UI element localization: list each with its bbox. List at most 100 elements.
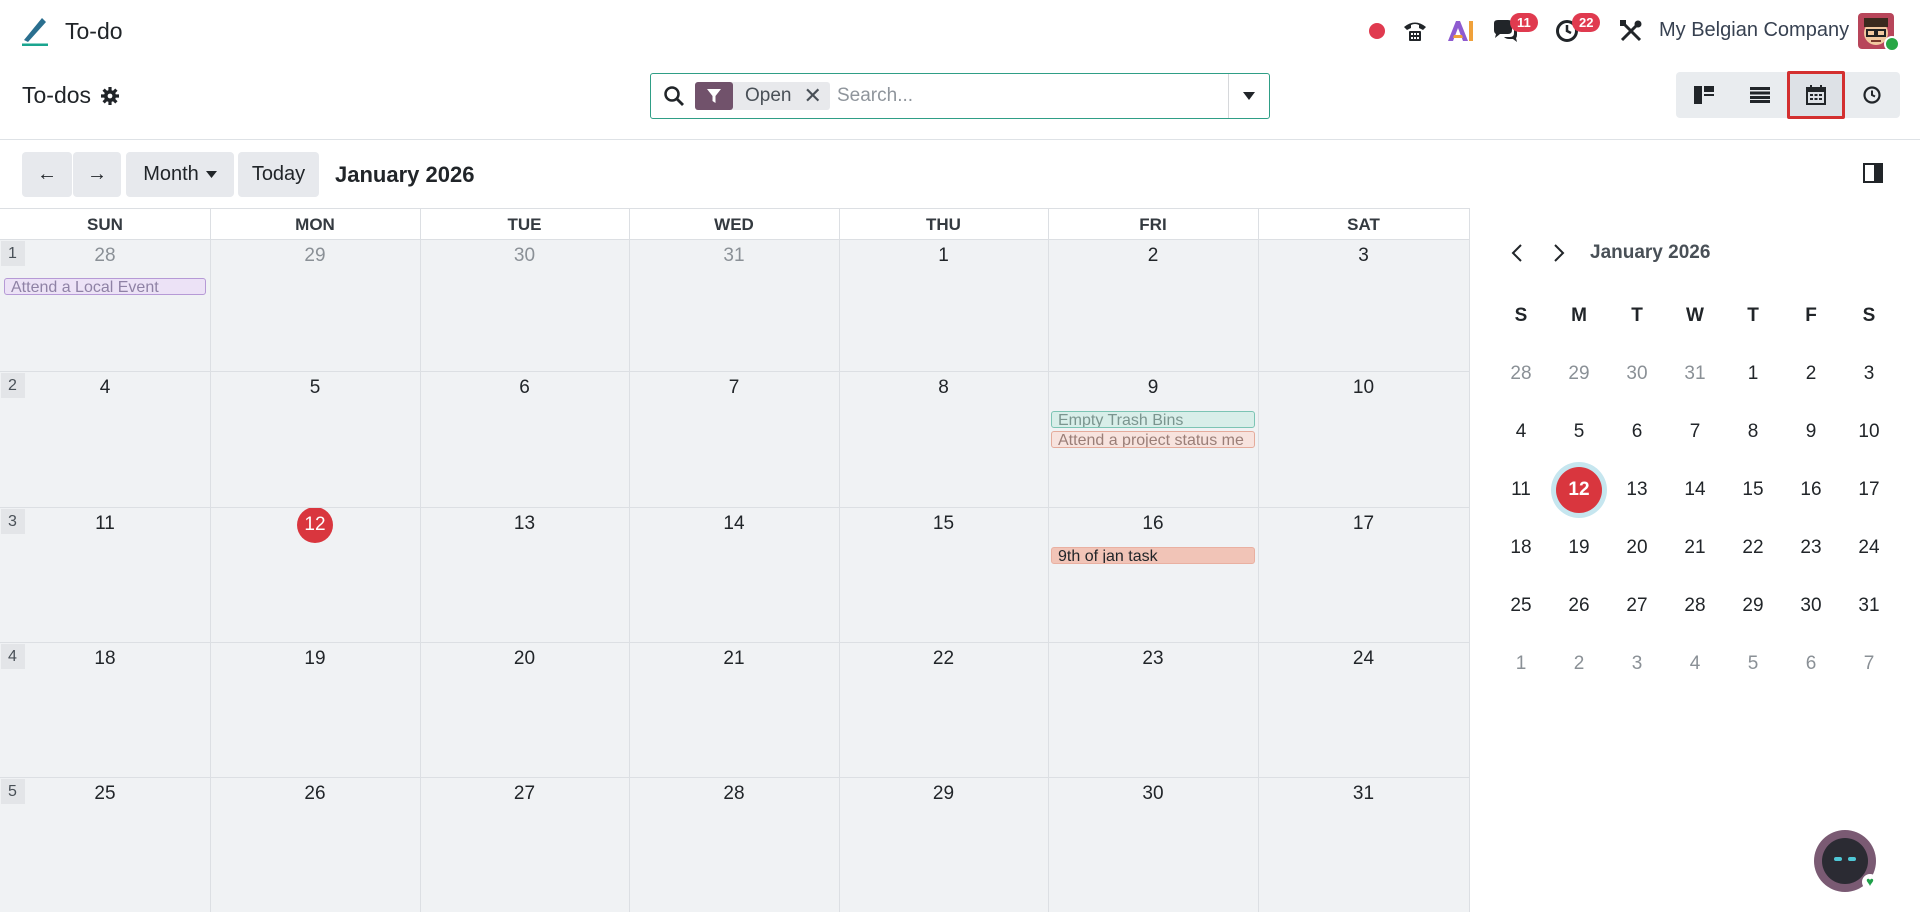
mini-day[interactable]: 17 (1840, 470, 1898, 510)
day-cell[interactable]: 2 (1048, 239, 1258, 371)
mini-day[interactable]: 2 (1550, 644, 1608, 684)
clock-icon[interactable]: 22 (1552, 13, 1601, 46)
tools-icon[interactable] (1617, 16, 1645, 46)
next-button[interactable]: → (73, 152, 121, 197)
day-number[interactable]: 30 (420, 245, 629, 267)
day-cell[interactable]: 10 (1258, 371, 1469, 507)
mini-day[interactable]: 11 (1492, 470, 1550, 510)
mini-day[interactable]: 14 (1666, 470, 1724, 510)
day-number[interactable]: 28 (629, 783, 839, 805)
day-number[interactable]: 26 (210, 783, 420, 805)
mini-day[interactable]: 2 (1782, 354, 1840, 394)
day-cell[interactable]: 24 (1258, 642, 1469, 777)
day-number[interactable]: 3 (1258, 245, 1469, 267)
day-number[interactable]: 31 (629, 245, 839, 267)
side-panel-toggle-icon[interactable] (1863, 163, 1883, 183)
mini-day[interactable]: 1 (1492, 644, 1550, 684)
event-9th-of-jan-task[interactable]: 9th of jan task (1051, 547, 1255, 564)
mini-day[interactable]: 25 (1492, 586, 1550, 626)
calendar-view-button[interactable] (1787, 71, 1845, 119)
mini-next-icon[interactable] (1548, 243, 1568, 263)
day-cell[interactable]: 7 (629, 371, 839, 507)
day-cell[interactable]: 23 (1048, 642, 1258, 777)
day-number[interactable]: 11 (0, 513, 210, 535)
app-name[interactable]: To-do (65, 18, 123, 45)
record-dot-icon[interactable] (1366, 16, 1388, 46)
day-cell[interactable]: 12 (210, 507, 420, 642)
mini-day[interactable]: 22 (1724, 528, 1782, 568)
day-number[interactable]: 15 (839, 513, 1048, 535)
search-icon[interactable] (663, 85, 685, 107)
day-number[interactable]: 12 (210, 507, 420, 543)
mini-day[interactable]: 19 (1550, 528, 1608, 568)
day-cell[interactable]: 27 (420, 777, 629, 912)
day-cell[interactable]: 25 (0, 777, 210, 912)
day-cell[interactable]: 4 (0, 371, 210, 507)
mini-day[interactable]: 28 (1492, 354, 1550, 394)
mini-day[interactable]: 5 (1550, 412, 1608, 452)
mini-day[interactable]: 6 (1608, 412, 1666, 452)
day-cell[interactable]: 20 (420, 642, 629, 777)
scale-dropdown[interactable]: Month (126, 152, 234, 197)
day-number[interactable]: 29 (839, 783, 1048, 805)
mini-day[interactable]: 30 (1608, 354, 1666, 394)
day-number[interactable]: 20 (420, 648, 629, 670)
page-title[interactable]: To-dos (22, 82, 91, 109)
day-number[interactable]: 28 (0, 245, 210, 267)
mini-day[interactable]: 31 (1666, 354, 1724, 394)
mini-day[interactable]: 16 (1782, 470, 1840, 510)
phone-icon[interactable] (1400, 16, 1430, 46)
mini-day[interactable]: 9 (1782, 412, 1840, 452)
search-options-toggle[interactable] (1228, 74, 1269, 118)
day-number[interactable]: 17 (1258, 513, 1469, 535)
list-view-button[interactable] (1732, 72, 1788, 118)
day-cell[interactable]: 22 (839, 642, 1048, 777)
remove-facet-icon[interactable]: ✕ (803, 85, 829, 107)
day-number[interactable]: 18 (0, 648, 210, 670)
mini-prev-icon[interactable] (1508, 243, 1528, 263)
day-number[interactable]: 6 (420, 377, 629, 399)
day-number[interactable]: 16 (1048, 513, 1258, 535)
today-button[interactable]: Today (238, 152, 319, 197)
mini-day[interactable]: 24 (1840, 528, 1898, 568)
mini-day[interactable]: 21 (1666, 528, 1724, 568)
day-number[interactable]: 23 (1048, 648, 1258, 670)
day-cell[interactable]: 13 (420, 507, 629, 642)
day-cell[interactable]: 28 (0, 239, 210, 371)
mini-day[interactable]: 7 (1840, 644, 1898, 684)
mini-day[interactable]: 5 (1724, 644, 1782, 684)
search-input[interactable] (835, 80, 1229, 112)
day-cell[interactable]: 3 (1258, 239, 1469, 371)
day-cell[interactable]: 18 (0, 642, 210, 777)
day-cell[interactable]: 6 (420, 371, 629, 507)
mini-day[interactable]: 7 (1666, 412, 1724, 452)
mini-day[interactable]: 18 (1492, 528, 1550, 568)
day-cell[interactable]: 31 (1258, 777, 1469, 912)
day-cell[interactable]: 8 (839, 371, 1048, 507)
day-number[interactable]: 22 (839, 648, 1048, 670)
gear-icon[interactable] (100, 86, 120, 106)
day-cell[interactable]: 16 (1048, 507, 1258, 642)
mini-day[interactable]: 10 (1840, 412, 1898, 452)
event-empty-trash-bins[interactable]: Empty Trash Bins (1051, 411, 1255, 428)
day-cell[interactable]: 30 (1048, 777, 1258, 912)
day-cell[interactable]: 1 (839, 239, 1048, 371)
mini-day[interactable]: 1 (1724, 354, 1782, 394)
mini-day[interactable]: 23 (1782, 528, 1840, 568)
mini-day[interactable]: 3 (1608, 644, 1666, 684)
day-cell[interactable]: 17 (1258, 507, 1469, 642)
mini-day[interactable]: 29 (1550, 354, 1608, 394)
day-cell[interactable]: 29 (839, 777, 1048, 912)
ai-icon[interactable] (1445, 16, 1475, 46)
mini-day[interactable]: 12 (1550, 467, 1608, 513)
mini-day[interactable]: 13 (1608, 470, 1666, 510)
day-cell[interactable]: 15 (839, 507, 1048, 642)
mini-day[interactable]: 26 (1550, 586, 1608, 626)
day-number[interactable]: 5 (210, 377, 420, 399)
mini-day[interactable]: 8 (1724, 412, 1782, 452)
day-number[interactable]: 8 (839, 377, 1048, 399)
mini-day[interactable]: 15 (1724, 470, 1782, 510)
day-number[interactable]: 10 (1258, 377, 1469, 399)
event-project-status-meeting[interactable]: Attend a project status me (1051, 431, 1255, 448)
event-attend-local-event[interactable]: Attend a Local Event (4, 278, 206, 295)
